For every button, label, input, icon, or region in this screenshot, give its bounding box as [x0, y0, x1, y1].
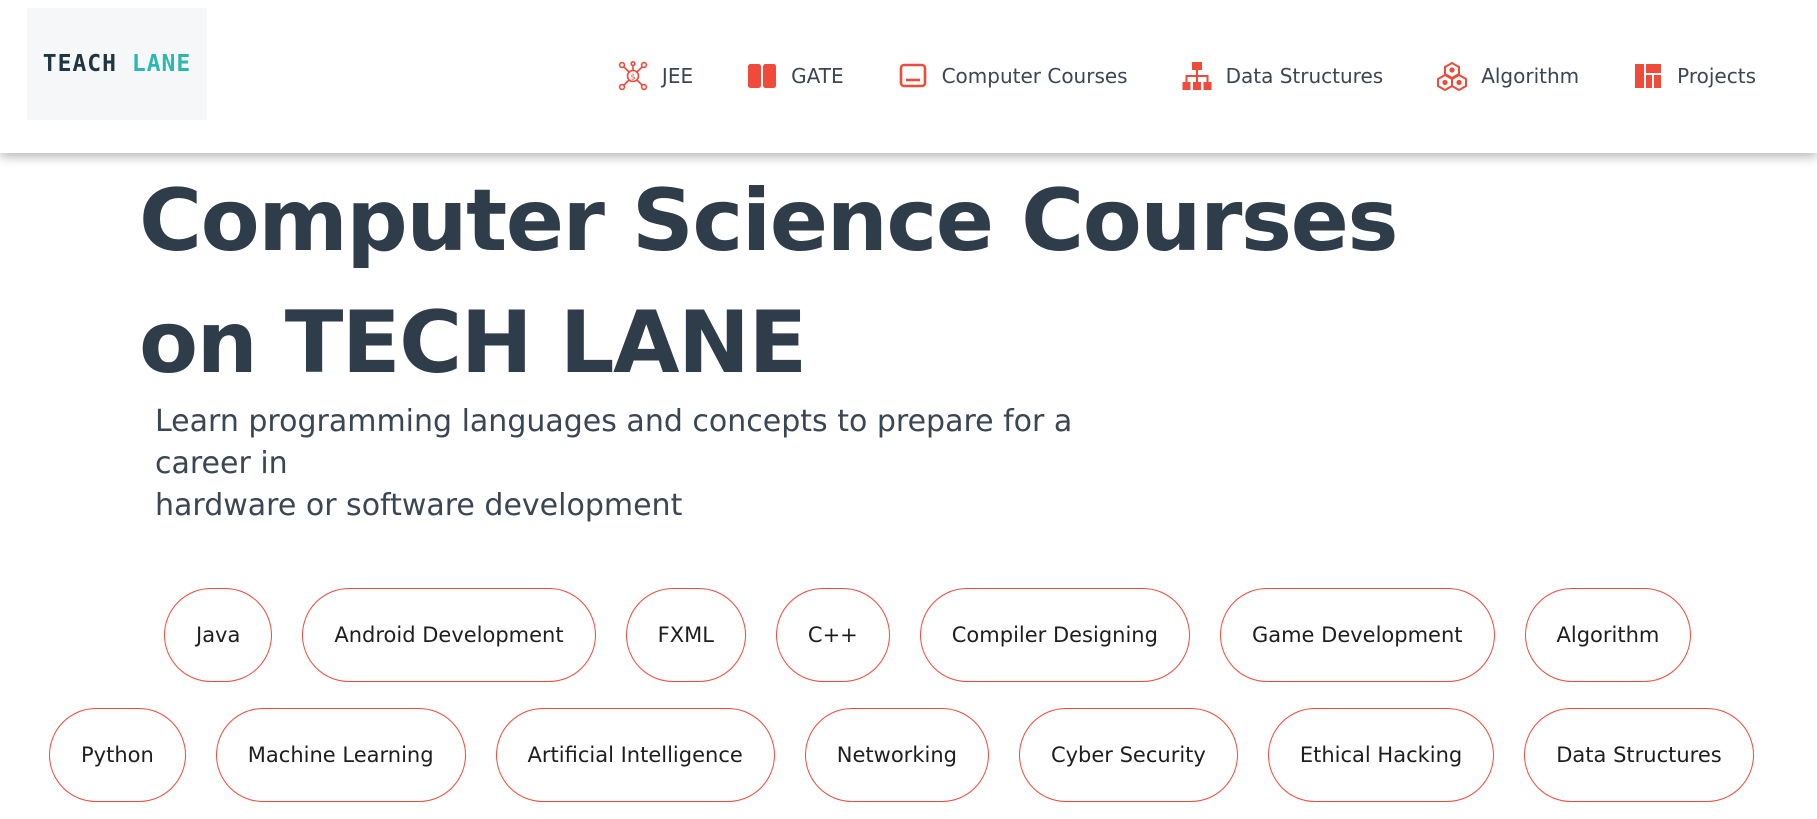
hierarchy-icon	[1182, 61, 1212, 91]
topic-chip-android-development[interactable]: Android Development	[302, 588, 596, 682]
page-title-line2: on TECH LANE	[139, 293, 807, 393]
nav-label-computer-courses: Computer Courses	[941, 64, 1128, 88]
logo-text-part1: TEACH	[42, 51, 132, 77]
topic-chip-artificial-intelligence[interactable]: Artificial Intelligence	[495, 708, 775, 802]
page-title-line1: Computer Science Courses	[139, 171, 1399, 271]
nav-item-gate[interactable]: GATE	[747, 61, 844, 91]
page-subtitle-line1: Learn programming languages and concepts…	[155, 404, 1073, 481]
nav-item-projects[interactable]: Projects	[1633, 61, 1756, 91]
site-header: TEACH LANE $ JEE GATE Computer Courses D…	[0, 0, 1817, 153]
nav-label-gate: GATE	[791, 64, 844, 88]
nav-label-jee: JEE	[661, 64, 694, 88]
nav-label-data-structures: Data Structures	[1225, 64, 1384, 88]
laptop-icon	[898, 61, 928, 91]
topic-chip-cpp[interactable]: C++	[775, 588, 890, 682]
nav-label-projects: Projects	[1677, 64, 1756, 88]
logo[interactable]: TEACH LANE	[27, 8, 207, 120]
page-subtitle-line2: hardware or software development	[155, 488, 683, 523]
topic-chips-row-2: Python Machine Learning Artificial Intel…	[49, 708, 1754, 802]
topic-chip-networking[interactable]: Networking	[804, 708, 989, 802]
page-title: Computer Science Courses on TECH LANE	[139, 160, 1439, 404]
cubes-icon	[1437, 61, 1468, 91]
nav-item-computer-courses[interactable]: Computer Courses	[898, 61, 1128, 91]
topic-chip-java[interactable]: Java	[164, 588, 273, 682]
layout-icon	[1633, 61, 1663, 91]
topic-chip-game-development[interactable]: Game Development	[1219, 588, 1495, 682]
main-nav: $ JEE GATE Computer Courses Data Structu…	[618, 54, 1756, 98]
nav-item-algorithm[interactable]: Algorithm	[1437, 61, 1579, 91]
nav-label-algorithm: Algorithm	[1481, 64, 1580, 88]
topic-chip-fxml[interactable]: FXML	[625, 588, 746, 682]
nav-item-data-structures[interactable]: Data Structures	[1182, 61, 1384, 91]
topic-chip-python[interactable]: Python	[49, 708, 186, 802]
topic-chip-ethical-hacking[interactable]: Ethical Hacking	[1267, 708, 1495, 802]
nav-item-jee[interactable]: $ JEE	[618, 61, 693, 91]
logo-text: TEACH LANE	[43, 51, 191, 77]
svg-text:$: $	[630, 73, 635, 82]
page-subtitle: Learn programming languages and concepts…	[155, 401, 1155, 527]
topic-chips-row-1: Java Android Development FXML C++ Compil…	[164, 588, 1692, 682]
network-dollar-icon: $	[618, 61, 648, 91]
topic-chip-cyber-security[interactable]: Cyber Security	[1018, 708, 1238, 802]
book-icon	[747, 61, 777, 91]
topic-chip-machine-learning[interactable]: Machine Learning	[215, 708, 466, 802]
topic-chip-compiler-designing[interactable]: Compiler Designing	[919, 588, 1190, 682]
topic-chip-data-structures[interactable]: Data Structures	[1524, 708, 1754, 802]
logo-text-part2: LANE	[131, 51, 192, 77]
topic-chip-algorithm[interactable]: Algorithm	[1524, 588, 1692, 682]
